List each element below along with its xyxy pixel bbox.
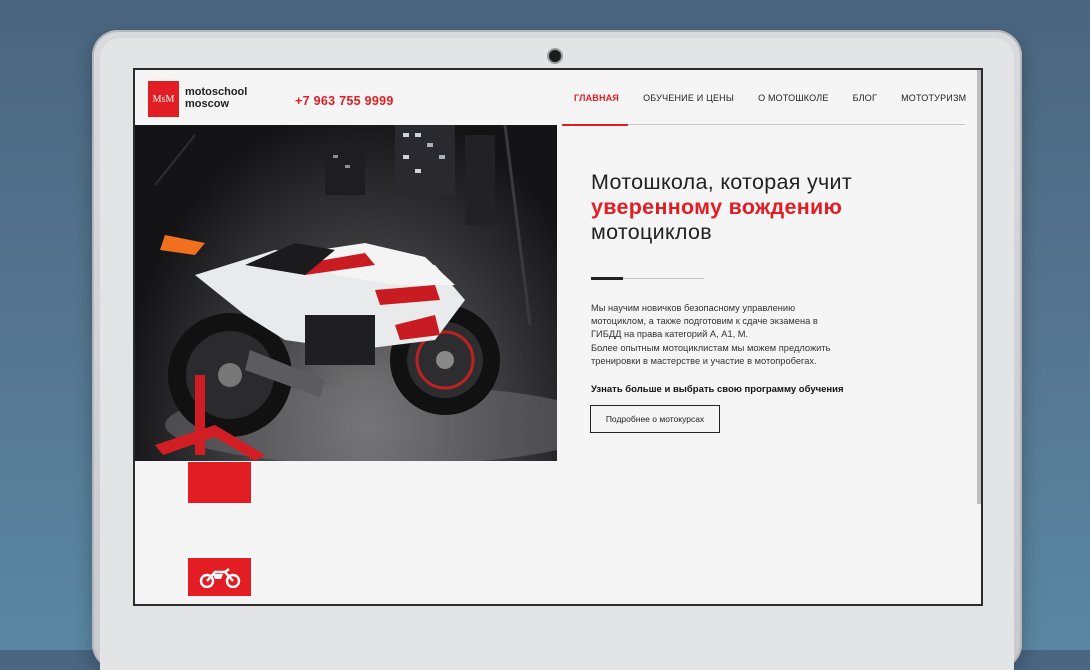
logo-text[interactable]: motoschool moscow xyxy=(185,86,247,110)
nav-active-indicator xyxy=(562,124,628,126)
nav-item-training-prices[interactable]: ОБУЧЕНИЕ И ЦЕНЫ xyxy=(631,70,746,126)
hero-title-accent: уверенному вождению xyxy=(591,195,843,219)
hero-title-line-1: Мотошкола, которая учит xyxy=(591,170,852,194)
description-line: Мы научим новичков безопасному управлени… xyxy=(591,303,796,313)
description-line: мотоциклом, а также подготовим к сдаче э… xyxy=(591,316,818,327)
logo-line-1: motoschool xyxy=(185,86,248,98)
description-line: Более опытным мотоциклистам мы можем пре… xyxy=(591,342,831,353)
motorcycle-button[interactable] xyxy=(188,558,251,596)
nav-item-about[interactable]: О МОТОШКОЛЕ xyxy=(746,70,841,126)
motorcycle-icon xyxy=(199,568,240,588)
description-line: ГИБДД на права категорий А, А1, М. xyxy=(591,329,749,340)
courses-button[interactable]: Подробнее о мотокурсах xyxy=(590,405,720,433)
logo-mark[interactable]: MsM xyxy=(148,81,179,117)
webcam xyxy=(549,50,561,62)
laptop-screen: MsM motoschool moscow +7 963 755 9999 ГЛ… xyxy=(135,70,981,604)
scrollbar[interactable] xyxy=(977,70,981,504)
nav-item-home[interactable]: ГЛАВНАЯ xyxy=(562,70,631,126)
cta-text: Узнать больше и выбрать свою программу о… xyxy=(591,384,844,395)
logo-mark-text: MsM xyxy=(152,93,175,105)
decorative-red-block xyxy=(188,462,251,503)
title-divider-accent xyxy=(591,277,623,280)
hero-photo xyxy=(135,125,557,461)
logo-line-2: moscow xyxy=(185,98,230,110)
description-line: тренировки в мастерстве и участие в мото… xyxy=(591,355,817,366)
hero-description: Мы научим новичков безопасному управлени… xyxy=(591,302,871,368)
nav-item-blog[interactable]: БЛОГ xyxy=(841,70,890,126)
phone-number[interactable]: +7 963 755 9999 xyxy=(295,94,394,108)
hero-title: Мотошкола, которая учит уверенному вожде… xyxy=(591,170,852,245)
main-nav: ГЛАВНАЯ ОБУЧЕНИЕ И ЦЕНЫ О МОТОШКОЛЕ БЛОГ… xyxy=(562,70,978,126)
motorcycle-illustration xyxy=(154,125,557,461)
hero-title-line-3: мотоциклов xyxy=(591,220,712,244)
nav-item-mototourism[interactable]: МОТОТУРИЗМ xyxy=(889,70,978,126)
